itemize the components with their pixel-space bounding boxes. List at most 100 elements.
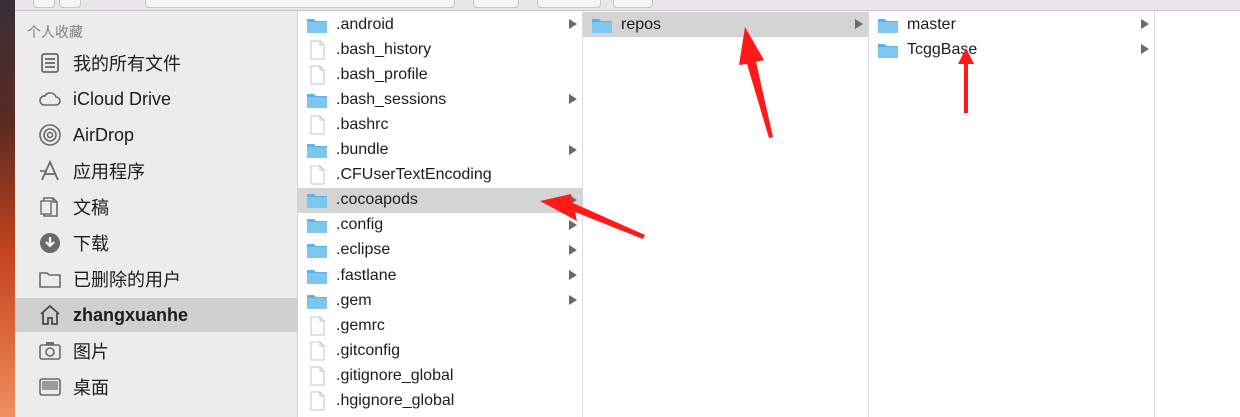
disclosure-arrow-icon	[569, 19, 577, 29]
folder-icon	[877, 40, 899, 60]
home-column-item[interactable]: .fastlane	[298, 263, 583, 288]
sidebar-item-label: 应用程序	[73, 162, 145, 182]
sidebar-item-desktop[interactable]: 桌面	[15, 370, 297, 404]
sidebar-item-icloud-drive[interactable]: iCloud Drive	[15, 82, 297, 116]
item-name: .eclipse	[336, 241, 391, 259]
disclosure-arrow-icon	[569, 270, 577, 280]
folder-icon	[306, 215, 328, 235]
finder-toolbar	[15, 0, 1240, 11]
sidebar-item-label: 桌面	[73, 378, 109, 398]
sidebar-item-label: 文稿	[73, 198, 109, 218]
folder-icon	[306, 240, 328, 260]
sidebar-section-favorites: 个人收藏	[27, 24, 83, 40]
file-icon	[306, 115, 328, 135]
item-name: .cocoapods	[336, 191, 418, 209]
action-button[interactable]	[537, 0, 601, 8]
home-column-item[interactable]: .bash_history	[298, 37, 583, 62]
home-column-item[interactable]: .android	[298, 12, 583, 37]
home-icon	[37, 302, 63, 328]
forward-button[interactable]	[59, 0, 81, 8]
sidebar-item-documents[interactable]: 文稿	[15, 190, 297, 224]
sidebar-item-all-files[interactable]: 我的所有文件	[15, 46, 297, 80]
folder-icon	[306, 15, 328, 35]
home-column-item[interactable]: .gitignore_global	[298, 363, 583, 388]
sidebar-item-applications[interactable]: 应用程序	[15, 154, 297, 188]
repos-column-item[interactable]: TcggBase	[869, 37, 1155, 62]
item-name: .config	[336, 216, 384, 234]
airdrop-icon	[37, 122, 63, 148]
home-column-item[interactable]: .bash_sessions	[298, 87, 583, 112]
item-name: repos	[621, 15, 662, 33]
sidebar-item-airdrop[interactable]: AirDrop	[15, 118, 297, 152]
item-name: .bash_profile	[336, 65, 428, 83]
item-name: .bash_sessions	[336, 90, 447, 108]
disclosure-arrow-icon	[569, 295, 577, 306]
back-button[interactable]	[33, 0, 55, 8]
all-files-icon	[37, 50, 63, 76]
home-column-item[interactable]: .bashrc	[298, 112, 583, 137]
item-name: .gitconfig	[336, 341, 401, 359]
documents-icon	[37, 194, 63, 220]
item-name: .gem	[336, 291, 372, 309]
sidebar-item-label: 图片	[73, 342, 109, 362]
sidebar-item-label: 下载	[73, 234, 109, 254]
file-icon	[306, 65, 328, 85]
home-column-item[interactable]: .cocoapods	[298, 187, 583, 213]
item-name: .bashrc	[336, 115, 389, 133]
share-button[interactable]	[613, 0, 653, 8]
disclosure-arrow-icon	[569, 244, 577, 255]
file-icon	[306, 40, 328, 60]
disclosure-arrow-icon	[1141, 19, 1149, 29]
repos-column-item[interactable]: master	[869, 12, 1155, 37]
item-name: .CFUserTextEncoding	[336, 166, 492, 184]
sidebar-item-label: 我的所有文件	[73, 54, 181, 74]
browser-column-cocoapods: repos	[583, 11, 869, 417]
sidebar-item-pictures[interactable]: 图片	[15, 334, 297, 368]
file-icon	[306, 391, 328, 411]
disclosure-arrow-icon	[1141, 44, 1149, 55]
item-name: .hgignore_global	[336, 392, 455, 409]
sidebar-item-label: AirDrop	[73, 124, 135, 145]
folder-icon	[306, 190, 328, 210]
pictures-icon	[37, 338, 63, 364]
disclosure-arrow-icon	[569, 194, 577, 205]
applications-icon	[37, 158, 63, 184]
cloud-icon	[37, 86, 63, 112]
home-column-item[interactable]: .hgignore_global	[298, 389, 583, 414]
folder-icon	[306, 266, 328, 286]
folder-icon	[37, 266, 63, 292]
view-mode-control[interactable]	[145, 0, 455, 8]
disclosure-arrow-icon	[569, 219, 577, 230]
item-name: master	[907, 15, 956, 33]
folder-icon	[306, 291, 328, 311]
folder-icon	[591, 15, 613, 35]
disclosure-arrow-icon	[569, 94, 577, 105]
home-column-item[interactable]: .gitconfig	[298, 338, 583, 363]
file-icon	[306, 316, 328, 336]
home-column-item[interactable]: .CFUserTextEncoding	[298, 163, 583, 188]
home-column-item[interactable]: .eclipse	[298, 238, 583, 263]
home-column-item[interactable]: .gemrc	[298, 313, 583, 338]
cocoapods-column-item[interactable]: repos	[583, 12, 869, 37]
home-column-item[interactable]: .bash_profile	[298, 62, 583, 87]
item-name: TcggBase	[907, 40, 978, 58]
sidebar-item-label: 已删除的用户	[73, 270, 181, 290]
downloads-icon	[37, 230, 63, 256]
home-column-item[interactable]: .gem	[298, 288, 583, 313]
sidebar-item-downloads[interactable]: 下载	[15, 226, 297, 260]
item-name: .gemrc	[336, 316, 385, 334]
sidebar: 个人收藏 我的所有文件 iCloud Drive AirDrop 应用程序 文稿	[15, 11, 298, 417]
sidebar-item-label: iCloud Drive	[73, 88, 172, 109]
sidebar-item-home[interactable]: zhangxuanhe	[15, 298, 297, 332]
folder-icon	[306, 90, 328, 110]
sidebar-item-deleted-users[interactable]: 已删除的用户	[15, 262, 297, 296]
home-column-item[interactable]: .bundle	[298, 138, 583, 163]
folder-icon	[877, 15, 899, 35]
disclosure-arrow-icon	[569, 144, 577, 155]
home-column-item[interactable]: .config	[298, 213, 583, 238]
browser-column-empty	[1155, 11, 1240, 417]
disclosure-arrow-icon	[855, 19, 863, 29]
desktop-wallpaper-edge	[0, 0, 15, 417]
item-name: .bash_history	[336, 40, 432, 58]
arrange-button[interactable]	[473, 0, 519, 8]
